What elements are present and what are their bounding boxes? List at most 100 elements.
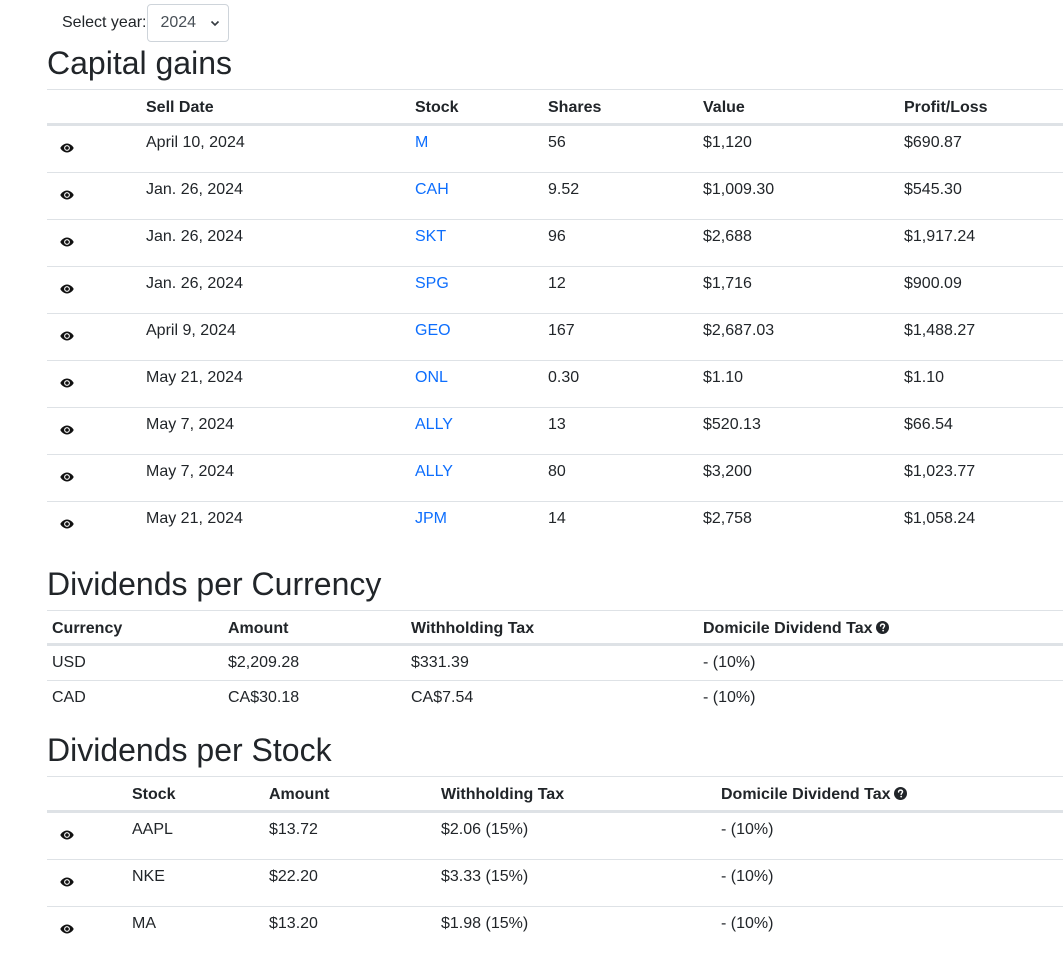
year-label: Select year: [62, 14, 147, 31]
value-cell: $1,009.30 [703, 181, 775, 198]
dividends-per-currency-body: USD $2,209.28 $331.39 - (10%) CAD CA$30.18 CA$… [47, 645, 1063, 715]
year-select[interactable]: 2024 [147, 4, 230, 42]
value-cell: $2,758 [703, 510, 752, 527]
view-icon[interactable] [60, 187, 74, 205]
capital-gains-table: Sell Date Stock Shares Value Profit/Loss… [47, 89, 1063, 548]
view-icon[interactable] [60, 234, 74, 252]
profit-loss-cell: $1,488.27 [904, 322, 976, 339]
table-row: April 9, 2024 GEO 167 $2,687.03 $1,488.27 [47, 313, 1063, 360]
view-icon[interactable] [60, 422, 74, 440]
stock-link[interactable]: SPG [415, 275, 449, 293]
stock-link[interactable]: ALLY [415, 416, 453, 434]
shares-cell: 9.52 [548, 181, 580, 198]
sell-date-cell: April 10, 2024 [146, 134, 245, 151]
table-row: NKE $22.20 $3.33 (15%) - (10%) [47, 859, 1063, 906]
stock-link[interactable]: CAH [415, 181, 449, 199]
withholding-tax-cell: CA$7.54 [411, 689, 474, 706]
table-header: Stock Amount Withholding Tax Domicile Di… [47, 776, 1063, 812]
chevron-down-icon [211, 20, 220, 27]
view-icon[interactable] [60, 516, 74, 534]
view-icon[interactable] [60, 328, 74, 346]
header-sell-date: Sell Date [146, 99, 214, 116]
amount-cell: $22.20 [269, 868, 318, 885]
value-cell: $3,200 [703, 463, 752, 480]
dividends-per-stock-body: AAPL $13.72 $2.06 (15%) - (10%) NKE $22.20 $3.… [47, 812, 1063, 953]
stock-cell: AAPL [132, 821, 173, 838]
view-icon[interactable] [60, 874, 74, 892]
dividends-per-stock-table: Stock Amount Withholding Tax Domicile Di… [47, 776, 1063, 953]
dividends-per-currency-table: Currency Amount Withholding Tax Domicile… [47, 610, 1063, 715]
sell-date-cell: Jan. 26, 2024 [146, 228, 243, 245]
view-icon[interactable] [60, 375, 74, 393]
table-row: May 21, 2024 JPM 14 $2,758 $1,058.24 [47, 501, 1063, 548]
header-stock: Stock [415, 99, 459, 116]
eye-icon [60, 877, 74, 887]
profit-loss-cell: $690.87 [904, 134, 962, 151]
shares-cell: 80 [548, 463, 566, 480]
stock-link[interactable]: SKT [415, 228, 446, 246]
capital-gains-title: Capital gains [47, 45, 232, 81]
value-cell: $1,120 [703, 134, 752, 151]
stock-link[interactable]: ONL [415, 369, 448, 387]
table-row: USD $2,209.28 $331.39 - (10%) [47, 645, 1063, 680]
dividends-per-stock-title: Dividends per Stock [47, 732, 332, 768]
header-withholding-tax: Withholding Tax [411, 620, 535, 637]
header-amount: Amount [269, 786, 330, 803]
stock-link[interactable]: GEO [415, 322, 451, 340]
question-circle-icon[interactable] [875, 621, 889, 634]
view-icon[interactable] [60, 469, 74, 487]
year-selector: Select year: 2024 [62, 4, 230, 42]
eye-icon [60, 472, 74, 482]
shares-cell: 12 [548, 275, 566, 292]
currency-cell: USD [52, 654, 86, 671]
header-domicile-tax: Domicile Dividend Tax [721, 786, 907, 804]
view-icon[interactable] [60, 827, 74, 845]
sell-date-cell: May 21, 2024 [146, 510, 243, 527]
stock-link[interactable]: JPM [415, 510, 447, 528]
header-currency: Currency [52, 620, 123, 637]
view-icon[interactable] [60, 281, 74, 299]
eye-icon [60, 924, 74, 934]
year-select-value: 2024 [160, 14, 197, 31]
sell-date-cell: Jan. 26, 2024 [146, 181, 243, 198]
stock-cell: NKE [132, 868, 165, 885]
stock-link[interactable]: ALLY [415, 463, 453, 481]
view-icon[interactable] [60, 921, 74, 939]
sell-date-cell: Jan. 26, 2024 [146, 275, 243, 292]
sell-date-cell: May 7, 2024 [146, 416, 235, 433]
table-row: AAPL $13.72 $2.06 (15%) - (10%) [47, 812, 1063, 859]
sell-date-cell: April 9, 2024 [146, 322, 236, 339]
currency-cell: CAD [52, 689, 86, 706]
withholding-tax-cell: $1.98 (15%) [441, 915, 529, 932]
shares-cell: 96 [548, 228, 566, 245]
profit-loss-cell: $66.54 [904, 416, 953, 433]
question-circle-icon[interactable] [893, 787, 907, 800]
capital-gains-body: April 10, 2024 M 56 $1,120 $690.87 Jan. 26, 2… [47, 125, 1063, 548]
eye-icon [60, 190, 74, 200]
header-amount: Amount [228, 620, 289, 637]
table-row: MA $13.20 $1.98 (15%) - (10%) [47, 906, 1063, 953]
sell-date-cell: May 21, 2024 [146, 369, 243, 386]
withholding-tax-cell: $3.33 (15%) [441, 868, 529, 885]
stock-link[interactable]: M [415, 134, 428, 152]
profit-loss-cell: $900.09 [904, 275, 962, 292]
profit-loss-cell: $545.30 [904, 181, 962, 198]
profit-loss-cell: $1,917.24 [904, 228, 976, 245]
eye-icon [60, 284, 74, 294]
view-icon[interactable] [60, 140, 74, 158]
eye-icon [60, 237, 74, 247]
sell-date-cell: May 7, 2024 [146, 463, 235, 480]
profit-loss-cell: $1.10 [904, 369, 945, 386]
profit-loss-cell: $1,023.77 [904, 463, 976, 480]
table-row: May 7, 2024 ALLY 80 $3,200 $1,023.77 [47, 454, 1063, 501]
table-row: Jan. 26, 2024 SKT 96 $2,688 $1,917.24 [47, 219, 1063, 266]
header-withholding-tax: Withholding Tax [441, 786, 565, 803]
amount-cell: CA$30.18 [228, 689, 300, 706]
shares-cell: 0.30 [548, 369, 580, 386]
header-profit-loss: Profit/Loss [904, 99, 988, 116]
table-row: April 10, 2024 M 56 $1,120 $690.87 [47, 125, 1063, 172]
shares-cell: 13 [548, 416, 566, 433]
value-cell: $2,687.03 [703, 322, 775, 339]
table-row: May 7, 2024 ALLY 13 $520.13 $66.54 [47, 407, 1063, 454]
table-header: Currency Amount Withholding Tax Domicile… [47, 610, 1063, 645]
